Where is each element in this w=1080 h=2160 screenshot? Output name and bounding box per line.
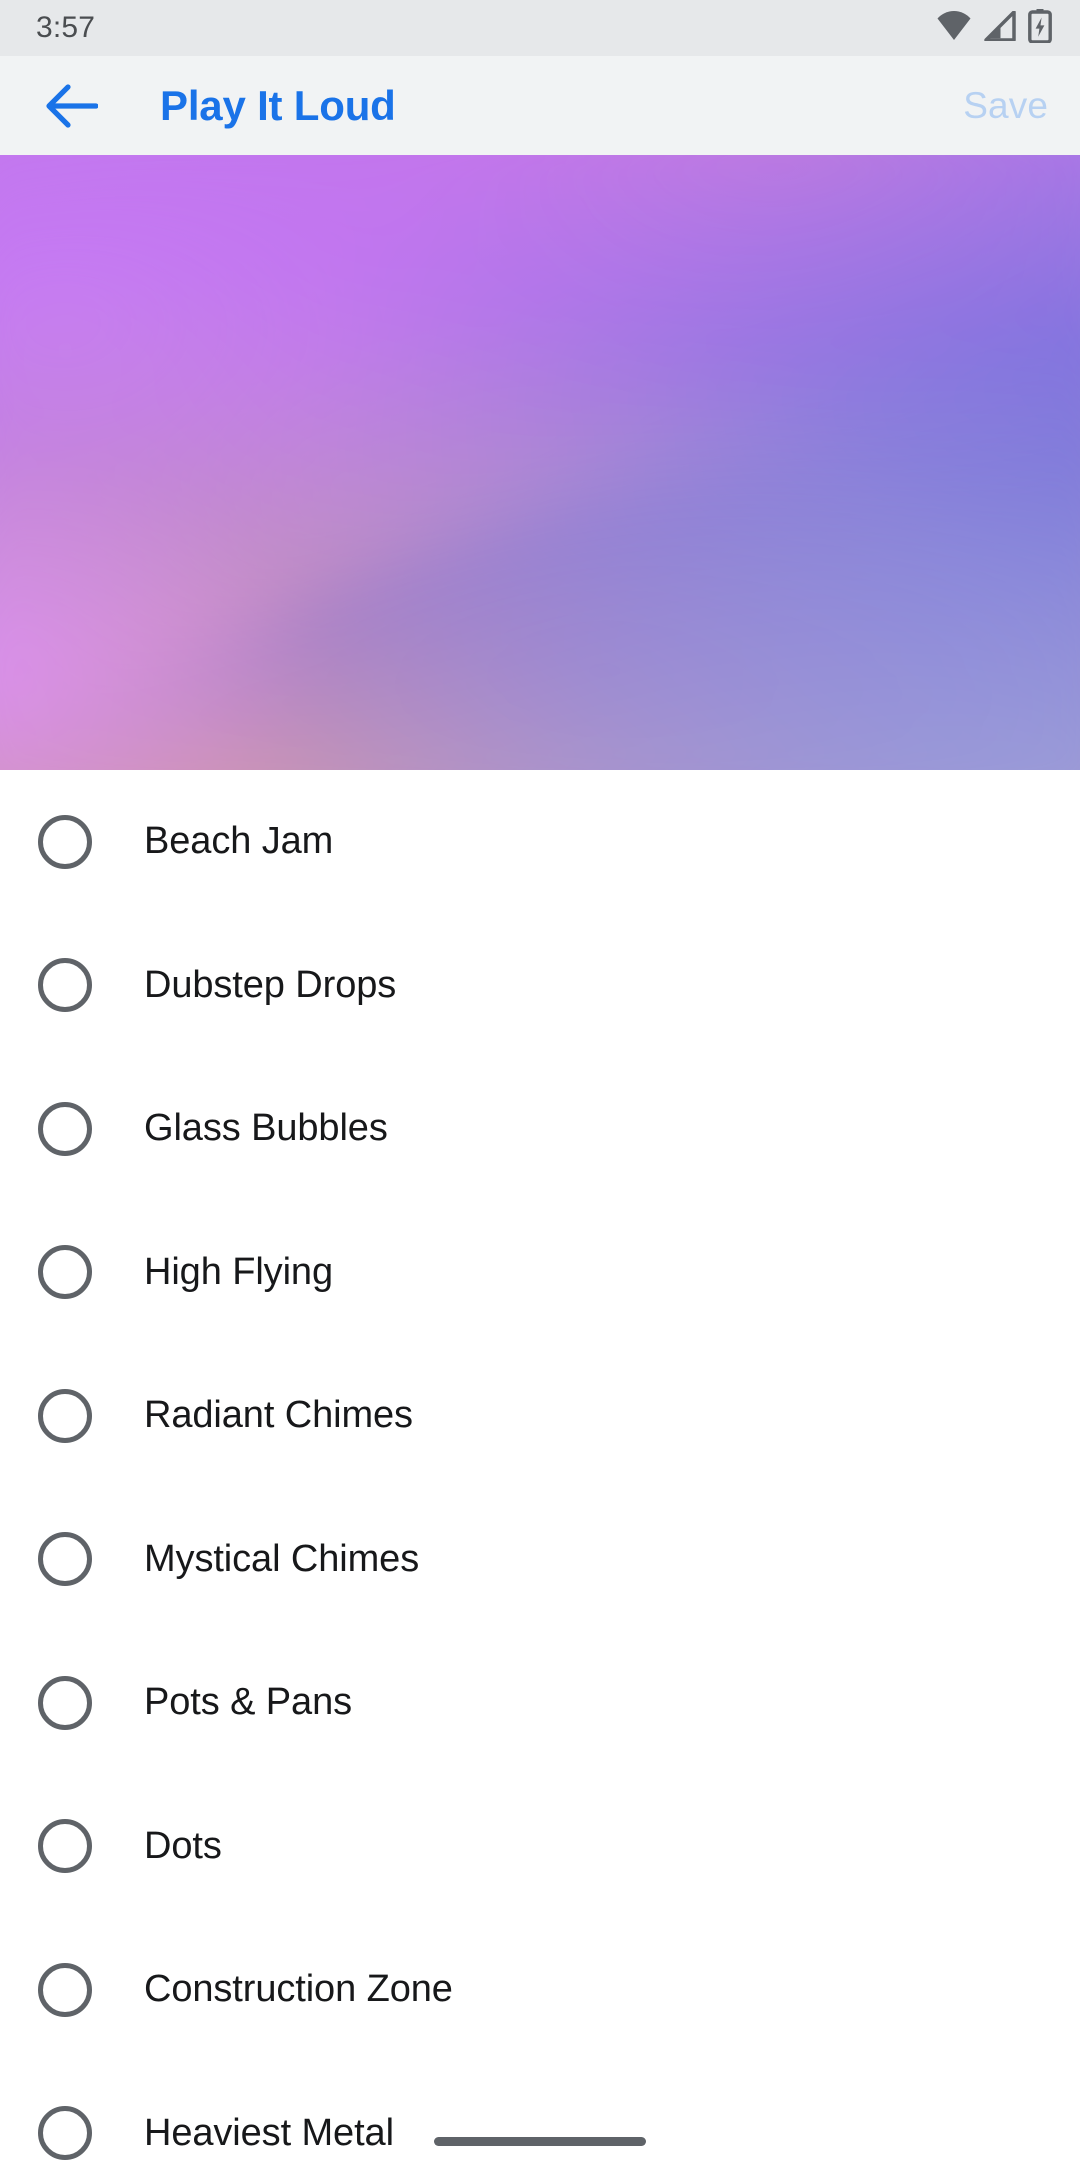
list-item[interactable]: Mystical Chimes: [0, 1488, 1080, 1632]
battery-charging-icon: [1028, 8, 1052, 48]
back-button[interactable]: [36, 70, 108, 142]
list-item-label: Mystical Chimes: [144, 1537, 420, 1580]
list-item-label: Radiant Chimes: [144, 1394, 413, 1437]
radio-button[interactable]: [38, 1675, 92, 1730]
radio-button[interactable]: [38, 1962, 92, 2017]
list-item[interactable]: Dubstep Drops: [0, 914, 1080, 1058]
page-title: Play It Loud: [160, 81, 396, 129]
status-bar-clock: 3:57: [36, 11, 96, 44]
status-bar: 3:57: [0, 0, 1080, 56]
home-gesture-bar[interactable]: [434, 2137, 646, 2146]
list-item-label: Dubstep Drops: [144, 963, 397, 1006]
list-item[interactable]: Radiant Chimes: [0, 1344, 1080, 1488]
app-bar: Play It Loud Save: [0, 56, 1080, 155]
radio-button[interactable]: [38, 1388, 92, 1443]
back-arrow-icon: [46, 83, 98, 128]
list-item-label: Dots: [144, 1824, 222, 1867]
status-bar-icons: [936, 8, 1052, 48]
radio-button[interactable]: [38, 2106, 92, 2160]
list-item-label: Construction Zone: [144, 1968, 453, 2011]
gradient-artwork-svg: [0, 155, 1080, 770]
cellular-signal-icon: [984, 9, 1016, 46]
list-item[interactable]: Pots & Pans: [0, 1631, 1080, 1775]
wifi-icon: [936, 10, 972, 46]
sound-options-list[interactable]: Beach Jam Dubstep Drops Glass Bubbles High …: [0, 770, 1080, 2160]
list-item[interactable]: Construction Zone: [0, 1918, 1080, 2062]
list-item[interactable]: High Flying: [0, 1201, 1080, 1345]
radio-button[interactable]: [38, 1101, 92, 1156]
list-item-label: Heaviest Metal: [144, 2111, 394, 2154]
radio-button[interactable]: [38, 1532, 92, 1587]
list-item[interactable]: Beach Jam: [0, 770, 1080, 914]
list-item-label: Beach Jam: [144, 820, 334, 863]
save-button[interactable]: Save: [963, 85, 1052, 127]
radio-button[interactable]: [38, 814, 92, 869]
list-item-label: High Flying: [144, 1250, 333, 1293]
list-item[interactable]: Glass Bubbles: [0, 1057, 1080, 1201]
radio-button[interactable]: [38, 1245, 92, 1300]
list-item[interactable]: Dots: [0, 1775, 1080, 1919]
gradient-artwork: [0, 155, 1080, 770]
radio-button[interactable]: [38, 958, 92, 1013]
list-item-label: Glass Bubbles: [144, 1107, 388, 1150]
radio-button[interactable]: [38, 1819, 92, 1874]
list-item-label: Pots & Pans: [144, 1681, 353, 1724]
